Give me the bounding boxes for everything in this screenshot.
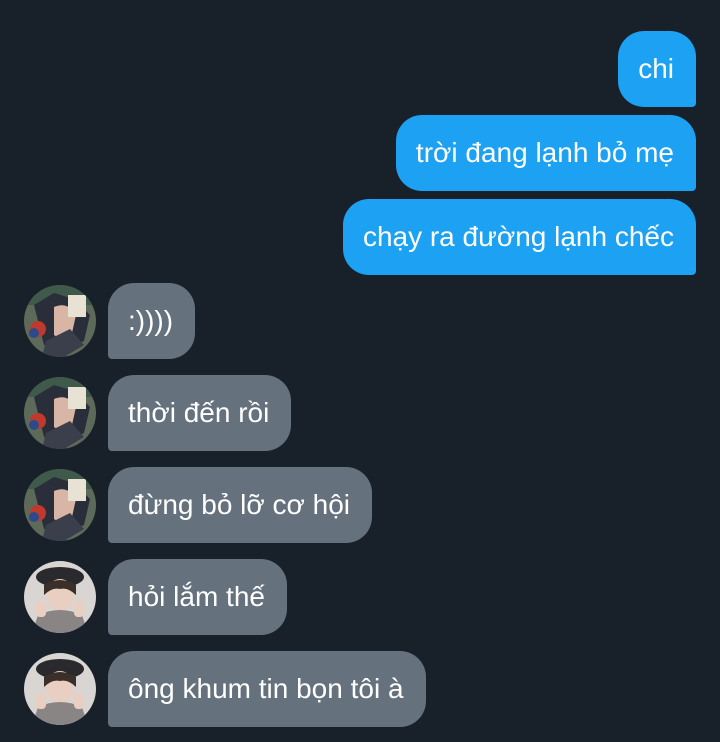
sent-message-bubble[interactable]: chạy ra đường lạnh chếc [342,199,696,275]
message-row-sent: trời đang lạnh bỏ mẹ [0,115,720,191]
person-beret-avatar[interactable] [24,653,96,725]
person-beret-avatar[interactable] [24,561,96,633]
received-message-bubble[interactable]: hỏi lắm thế [108,559,287,635]
anime-character-avatar[interactable] [24,285,96,357]
message-row-sent: chi [0,31,720,107]
message-row-received: thời đến rồi [0,375,720,451]
message-row-received: ông khum tin bọn tôi à [0,651,720,727]
message-row-received: hỏi lắm thế [0,559,720,635]
chat-thread: chi trời đang lạnh bỏ mẹ chạy ra đường l… [0,0,720,742]
message-row-received: :)))) [0,283,720,359]
sent-message-bubble[interactable]: chi [618,31,696,107]
received-message-bubble[interactable]: đừng bỏ lỡ cơ hội [108,467,373,543]
message-row-received: đừng bỏ lỡ cơ hội [0,467,720,543]
anime-character-avatar[interactable] [24,469,96,541]
sent-message-bubble[interactable]: trời đang lạnh bỏ mẹ [395,115,696,191]
received-message-bubble[interactable]: :)))) [108,283,196,359]
message-row-sent: chạy ra đường lạnh chếc [0,199,720,275]
received-message-bubble[interactable]: thời đến rồi [108,375,292,451]
anime-character-avatar[interactable] [24,377,96,449]
received-message-bubble[interactable]: ông khum tin bọn tôi à [108,651,426,727]
